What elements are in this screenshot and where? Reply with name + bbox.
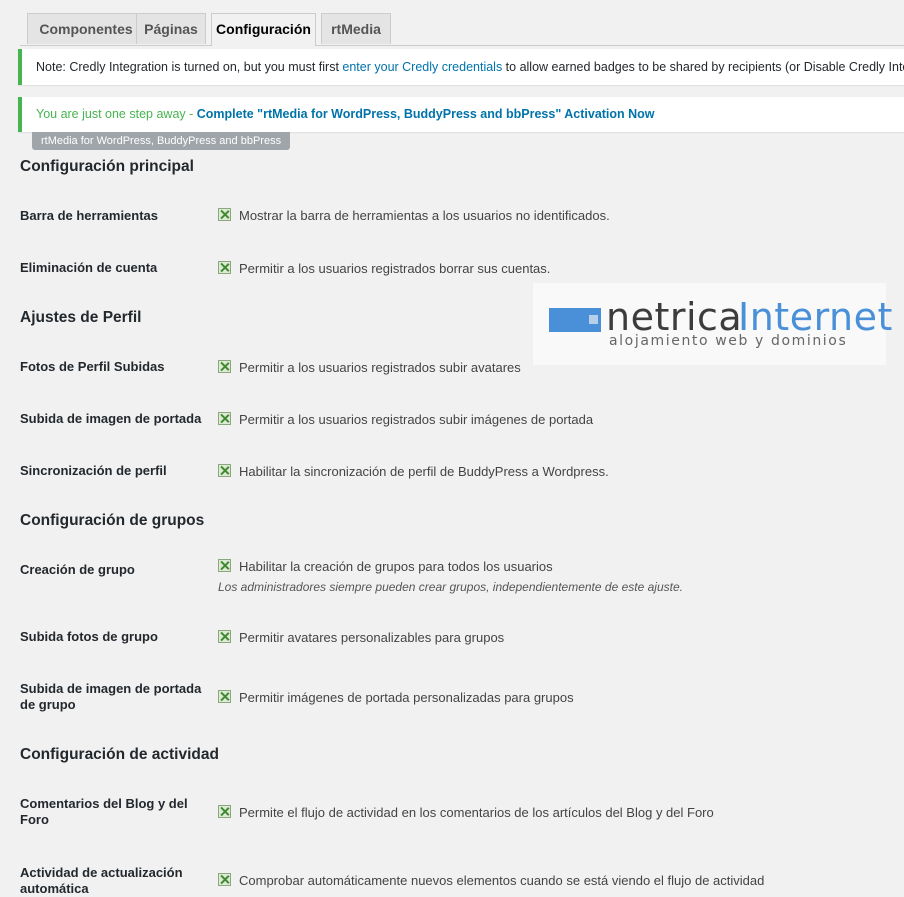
- account-delete-checkbox-label: Permitir a los usuarios registrados borr…: [239, 261, 551, 276]
- row-label-blog-comments: Comentarios del Blog y del Foro: [20, 796, 188, 827]
- group-cover-checkbox[interactable]: [218, 690, 231, 703]
- group-avatar-checkbox-label: Permitir avatares personalizables para g…: [239, 630, 505, 645]
- group-cover-checkbox-label: Permitir imágenes de portada personaliza…: [239, 690, 574, 705]
- section-title-profile: Ajustes de Perfil: [20, 309, 142, 326]
- credly-notice: Note: Credly Integration is turned on, b…: [18, 49, 904, 85]
- blog-comments-checkbox[interactable]: [218, 805, 231, 818]
- profile-sync-checkbox-label: Habilitar la sincronización de perfil de…: [239, 464, 609, 479]
- row-field-group-cover[interactable]: Permitir imágenes de portada personaliza…: [218, 690, 574, 706]
- avatar-upload-checkbox[interactable]: [218, 360, 231, 373]
- group-create-checkbox-label: Habilitar la creación de grupos para tod…: [239, 559, 553, 574]
- row-field-cover-upload[interactable]: Permitir a los usuarios registrados subi…: [218, 412, 593, 428]
- tab-rtmedia[interactable]: rtMedia: [321, 13, 391, 44]
- tab-configuracion[interactable]: Configuración: [211, 13, 316, 46]
- rtmedia-activation-link[interactable]: Complete "rtMedia for WordPress, BuddyPr…: [197, 107, 655, 121]
- tab-paginas[interactable]: Páginas: [136, 13, 206, 44]
- row-field-toolbar[interactable]: Mostrar la barra de herramientas a los u…: [218, 208, 610, 224]
- group-create-description: Los administradores siempre pueden crear…: [218, 580, 683, 594]
- row-label-avatar-upload: Fotos de Perfil Subidas: [20, 359, 165, 374]
- rtmedia-notice-lead: You are just one step away -: [36, 107, 197, 121]
- row-label-group-avatar: Subida fotos de grupo: [20, 629, 158, 644]
- row-field-group-avatar[interactable]: Permitir avatares personalizables para g…: [218, 630, 504, 646]
- toolbar-checkbox-label: Mostrar la barra de herramientas a los u…: [239, 208, 610, 223]
- row-field-avatar-upload[interactable]: Permitir a los usuarios registrados subi…: [218, 360, 521, 376]
- credly-notice-text-after: to allow earned badges to be shared by r…: [502, 60, 904, 74]
- row-label-toolbar: Barra de herramientas: [20, 208, 159, 223]
- row-label-cover-upload: Subida de imagen de portada: [20, 411, 202, 426]
- netrica-watermark-logo: netrica Internet alojamiento web y domin…: [533, 283, 892, 365]
- row-field-account-delete[interactable]: Permitir a los usuarios registrados borr…: [218, 261, 550, 277]
- heartbeat-checkbox[interactable]: [218, 873, 231, 886]
- row-label-heartbeat: Actividad de actualización automática: [20, 865, 183, 896]
- blog-comments-checkbox-label: Permite el flujo de actividad en los com…: [239, 805, 714, 820]
- avatar-upload-checkbox-label: Permitir a los usuarios registrados subi…: [239, 360, 521, 375]
- heartbeat-checkbox-label: Comprobar automáticamente nuevos element…: [239, 873, 765, 888]
- row-field-group-create[interactable]: Habilitar la creación de grupos para tod…: [218, 559, 553, 575]
- toolbar-checkbox[interactable]: [218, 208, 231, 221]
- credly-credentials-link[interactable]: enter your Credly credentials: [342, 60, 502, 74]
- profile-sync-checkbox[interactable]: [218, 464, 231, 477]
- row-field-profile-sync[interactable]: Habilitar la sincronización de perfil de…: [218, 464, 609, 480]
- row-label-profile-sync: Sincronización de perfil: [20, 463, 167, 478]
- section-title-activity: Configuración de actividad: [20, 746, 219, 763]
- account-delete-checkbox[interactable]: [218, 261, 231, 274]
- row-label-group-create: Creación de grupo: [20, 562, 135, 577]
- rtmedia-activation-notice: You are just one step away - Complete "r…: [18, 97, 904, 132]
- rtmedia-plugin-badge: rtMedia for WordPress, BuddyPress and bb…: [32, 132, 291, 150]
- logo-mark-icon: [549, 308, 601, 332]
- group-avatar-checkbox[interactable]: [218, 630, 231, 643]
- logo-tagline: alojamiento web y dominios: [609, 333, 848, 349]
- tab-componentes[interactable]: Componentes: [27, 13, 145, 44]
- row-field-blog-comments[interactable]: Permite el flujo de actividad en los com…: [218, 805, 714, 821]
- settings-tab-bar: Componentes Páginas Configuración rtMedi…: [20, 13, 904, 46]
- group-create-checkbox[interactable]: [218, 559, 231, 572]
- section-title-groups: Configuración de grupos: [20, 512, 205, 529]
- section-title-main: Configuración principal: [20, 158, 194, 175]
- cover-upload-checkbox-label: Permitir a los usuarios registrados subi…: [239, 412, 594, 427]
- row-label-group-cover: Subida de imagen de portada de grupo: [20, 681, 202, 712]
- row-label-account-delete: Eliminación de cuenta: [20, 260, 158, 275]
- cover-upload-checkbox[interactable]: [218, 412, 231, 425]
- credly-notice-text-before: Note: Credly Integration is turned on, b…: [36, 60, 343, 74]
- row-field-heartbeat[interactable]: Comprobar automáticamente nuevos element…: [218, 873, 764, 889]
